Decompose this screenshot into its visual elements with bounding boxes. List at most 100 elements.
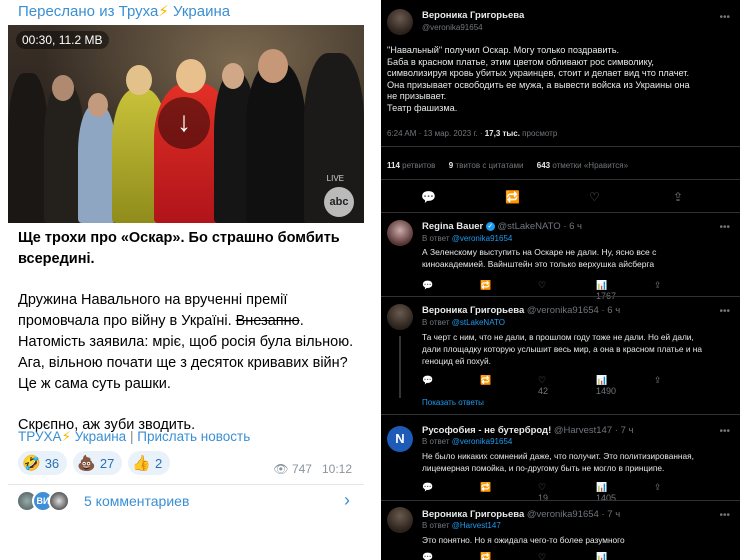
reply-icon[interactable]: 💬: [422, 280, 480, 301]
like-icon[interactable]: ♡ 42: [538, 375, 596, 396]
reply-handle[interactable]: @Harvest147: [554, 425, 612, 436]
reply-author[interactable]: Regina Bauer ✓ @stLakeNATO · 6 ч: [422, 221, 582, 232]
lightning-icon: ⚡: [61, 429, 72, 444]
views-stat[interactable]: 📊 1226: [596, 552, 654, 560]
thread-line: [399, 336, 401, 398]
video-figure-blue: [78, 105, 116, 223]
reply-author[interactable]: Русофобия - не бутерброд! @Harvest147 · …: [422, 425, 633, 436]
reply-to-handle[interactable]: @veronika91654: [452, 437, 513, 446]
reaction-count: 36: [44, 455, 60, 471]
reply-body: Это понятно. Но я ожидала чего-то более …: [422, 534, 625, 546]
reply-icon[interactable]: 💬: [421, 190, 505, 204]
post-paragraph-1: Дружина Навального на врученні премії пр…: [18, 290, 358, 395]
views-stat[interactable]: 📊 1490: [596, 375, 654, 396]
views-count: 1405: [596, 493, 617, 503]
show-replies-link[interactable]: Показать ответы: [422, 398, 484, 407]
likes-stat[interactable]: 643 отметки «Нравится»: [537, 161, 628, 170]
retweet-icon[interactable]: 🔁: [480, 280, 538, 301]
forwarded-from[interactable]: Переслано из Труха⚡ Украина: [18, 2, 230, 20]
channel-link-suffix[interactable]: Украина: [75, 429, 126, 444]
reply-line: Не было никаких сомнений даже, что получ…: [422, 451, 694, 461]
reply-to-handle[interactable]: @Harvest147: [452, 521, 501, 530]
video-head-suit2: [258, 49, 288, 83]
share-icon[interactable]: ⇪: [654, 280, 674, 301]
paragraph-1-part-c: Натомість заявила: мріє, щоб росія була …: [18, 334, 354, 392]
like-icon[interactable]: ♡: [589, 190, 673, 204]
divider: [381, 179, 740, 180]
post-text: Ще трохи про «Оскар». Бо страшно бомбить…: [18, 228, 358, 456]
forwarded-channel[interactable]: Труха: [119, 3, 159, 20]
like-icon[interactable]: ♡: [538, 280, 596, 301]
video-thumbnail[interactable]: 00:30, 11.2 MB ↓ LIVE abc: [8, 25, 364, 223]
views-count: 747: [291, 462, 312, 476]
reply-to-handle[interactable]: @stLakeNATO: [452, 318, 505, 327]
reply-actions: 💬 🔁 ♡ 📊 1767 ⇪: [422, 280, 674, 301]
more-options-icon[interactable]: •••: [719, 510, 730, 521]
more-options-icon[interactable]: •••: [719, 306, 730, 317]
views-stat[interactable]: 📊 1767: [596, 280, 654, 301]
retweet-icon[interactable]: 🔁: [480, 552, 538, 560]
comments-count-link[interactable]: 5 комментариев: [84, 493, 189, 509]
reply-avatar[interactable]: N: [387, 426, 413, 452]
views: 👁 747: [273, 462, 312, 476]
reply-icon[interactable]: 💬: [422, 552, 480, 560]
channel-link-name[interactable]: ТРУХА: [18, 429, 62, 444]
reply-author[interactable]: Вероника Григорьева @veronika91654 · 6 ч: [422, 305, 620, 316]
reply-actions: 💬 🔁 ♡ 📊 1226: [422, 552, 654, 560]
reply-line: А Зеленскому выступить на Оскаре не дали…: [422, 247, 657, 257]
author-avatar[interactable]: [387, 9, 413, 35]
reply-display-name[interactable]: Русофобия - не бутерброд!: [422, 425, 551, 436]
video-head-bg2: [52, 75, 74, 101]
views-count: 1490: [596, 386, 617, 396]
reply-author[interactable]: Вероника Григорьева @veronika91654 · 7 ч: [422, 509, 620, 520]
likes-count: 19: [538, 493, 549, 503]
more-options-icon[interactable]: •••: [719, 222, 730, 233]
more-options-icon[interactable]: •••: [719, 426, 730, 437]
reply-handle[interactable]: @stLakeNATO: [498, 221, 561, 232]
comments-bar[interactable]: ВИ 5 комментариев ›: [8, 484, 364, 516]
reply-avatar[interactable]: [387, 304, 413, 330]
retweet-icon[interactable]: 🔁: [480, 375, 538, 396]
reply-avatar[interactable]: [387, 220, 413, 246]
submit-news-link[interactable]: Прислать новость: [137, 429, 250, 444]
reply-to-prefix: В ответ: [422, 318, 452, 327]
author-display-name[interactable]: Вероника Григорьева: [422, 10, 524, 21]
chevron-right-icon[interactable]: ›: [344, 490, 350, 511]
quotes-stat[interactable]: 9 твитов с цитатами: [449, 161, 524, 170]
retweet-icon[interactable]: 🔁: [505, 190, 589, 204]
reply-icon[interactable]: 💬: [422, 375, 480, 396]
like-icon[interactable]: ♡: [538, 552, 596, 560]
reply-body: Не было никаких сомнений даже, что получ…: [422, 450, 694, 474]
author-name[interactable]: Вероника Григорьева: [422, 10, 524, 21]
reply-actions: 💬 🔁 ♡ 42 📊 1490 ⇪: [422, 375, 674, 396]
more-options-icon[interactable]: •••: [719, 12, 730, 23]
reply-handle[interactable]: @veronika91654: [527, 509, 599, 520]
post-title: Ще трохи про «Оскар». Бо страшно бомбить…: [18, 230, 340, 267]
reply-display-name[interactable]: Вероника Григорьева: [422, 305, 524, 316]
share-icon[interactable]: ⇪: [654, 375, 674, 396]
reply-display-name[interactable]: Regina Bauer: [422, 221, 483, 232]
reply-line: дали площадку которую услышит весь мир, …: [422, 344, 702, 354]
reply-to-handle[interactable]: @veronika91654: [452, 234, 513, 243]
share-icon[interactable]: ⇪: [673, 190, 733, 204]
reaction-count: 2: [155, 455, 163, 471]
retweets-stat[interactable]: 114 ретвитов: [387, 161, 435, 170]
reply-handle[interactable]: @veronika91654: [527, 305, 599, 316]
strikethrough-word: Внезапно: [235, 313, 300, 329]
video-head-green: [126, 65, 152, 95]
reply-avatar[interactable]: [387, 507, 413, 533]
reply-to: В ответ @Harvest147: [422, 521, 501, 530]
retweet-glyph: 🔁: [480, 375, 492, 385]
paragraph-1-part-b: .: [299, 313, 304, 329]
reaction-laugh[interactable]: 🤣 36: [18, 451, 68, 475]
reaction-thumbs-up[interactable]: 👍 2: [128, 451, 171, 475]
reply-age: · 7 ч: [598, 509, 621, 520]
forwarded-prefix: Переслано из: [18, 3, 119, 20]
retweets-label: ретвитов: [399, 161, 436, 170]
author-handle[interactable]: @veronika91654: [422, 23, 483, 32]
download-icon[interactable]: ↓: [158, 97, 210, 149]
tweet-time[interactable]: 6:24 AM · 13 мар. 2023 г. ·: [387, 129, 485, 138]
reply-display-name[interactable]: Вероника Григорьева: [422, 509, 524, 520]
video-head-suit1: [222, 63, 244, 89]
reaction-poop[interactable]: 💩 27: [73, 451, 123, 475]
